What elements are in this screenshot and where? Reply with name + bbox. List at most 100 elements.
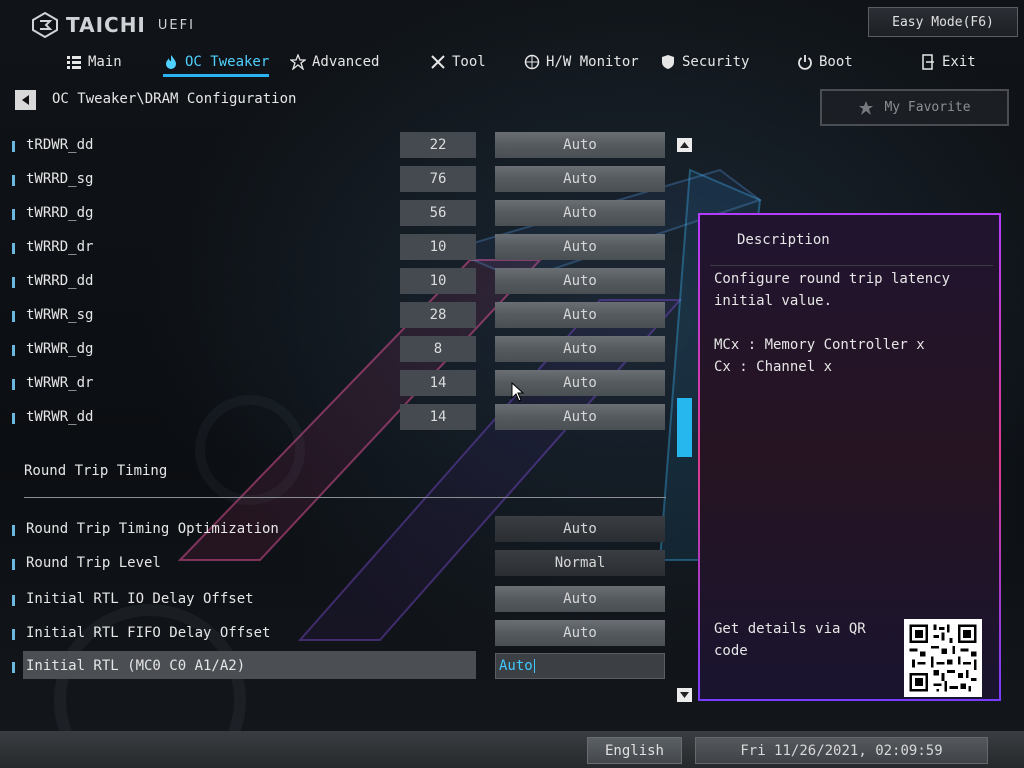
setting-row[interactable]: tRDWR_dd 22 Auto	[0, 132, 680, 162]
setting-row[interactable]: tWRRD_sg 76 Auto	[0, 166, 680, 196]
setting-dropdown[interactable]: Auto	[495, 166, 665, 192]
scrollbar-thumb[interactable]	[677, 398, 692, 457]
setting-label: tWRRD_sg	[26, 171, 94, 187]
easy-mode-button[interactable]: Easy Mode(F6)	[868, 7, 1018, 37]
row-marker	[12, 345, 15, 356]
brand: TAICHI UEFI	[32, 12, 195, 38]
setting-row[interactable]: tWRRD_dd 10 Auto	[0, 268, 680, 298]
monitor-icon	[524, 54, 540, 70]
row-marker	[12, 525, 15, 536]
setting-row[interactable]: tWRRD_dr 10 Auto	[0, 234, 680, 264]
setting-row[interactable]: tWRWR_dd 14 Auto	[0, 404, 680, 434]
qr-code	[904, 619, 982, 697]
setting-row[interactable]: Round Trip Level Normal	[0, 550, 680, 580]
setting-row[interactable]: Round Trip Timing Optimization Auto	[0, 516, 680, 546]
arrow-up-icon	[680, 142, 689, 148]
description-line: initial value.	[714, 293, 833, 309]
text-caret	[533, 659, 535, 673]
setting-dropdown[interactable]: Auto	[495, 336, 665, 362]
tab-security[interactable]: Security	[660, 50, 749, 74]
setting-row[interactable]: Initial RTL IO Delay Offset Auto	[0, 586, 680, 616]
flame-icon	[166, 55, 176, 69]
current-value: 22	[400, 132, 476, 158]
brand-sub: UEFI	[157, 17, 195, 33]
setting-label: tWRWR_dr	[26, 375, 94, 391]
language-button[interactable]: English	[587, 737, 682, 764]
back-arrow-icon	[21, 95, 29, 105]
tab-main-label: Main	[88, 54, 122, 70]
row-marker	[12, 413, 15, 424]
power-icon	[798, 55, 812, 70]
setting-dropdown[interactable]: Auto	[495, 516, 665, 542]
current-value: 28	[400, 302, 476, 328]
scroll-down-button[interactable]	[677, 688, 692, 702]
tab-hw-monitor[interactable]: H/W Monitor	[524, 50, 639, 74]
setting-label: tWRRD_dr	[26, 239, 94, 255]
setting-dropdown[interactable]: Auto	[495, 302, 665, 328]
current-value: 76	[400, 166, 476, 192]
qr-hint-line: Get details via QR	[714, 621, 866, 637]
current-value: 10	[400, 268, 476, 294]
tab-boot[interactable]: Boot	[797, 50, 853, 74]
tab-tool-label: Tool	[452, 54, 486, 70]
setting-label: tRDWR_dd	[26, 137, 94, 153]
row-marker	[12, 209, 15, 220]
setting-dropdown[interactable]: Auto	[495, 268, 665, 294]
breadcrumb: OC Tweaker\DRAM Configuration	[52, 91, 297, 107]
my-favorite-label: My Favorite	[884, 100, 971, 115]
exit-icon	[922, 54, 934, 70]
description-line: Cx : Channel x	[714, 359, 833, 375]
setting-label: Initial RTL (MC0 C0 A1/A2)	[26, 658, 246, 674]
tab-tool[interactable]: Tool	[430, 50, 486, 74]
setting-dropdown[interactable]: Auto	[495, 404, 665, 430]
setting-input-value: Auto	[499, 658, 533, 674]
row-marker	[12, 311, 15, 322]
setting-label: tWRRD_dd	[26, 273, 94, 289]
setting-row[interactable]: Initial RTL FIFO Delay Offset Auto	[0, 620, 680, 650]
setting-input[interactable]: Auto	[495, 653, 665, 679]
description-line: Configure round trip latency	[714, 271, 951, 287]
row-marker	[12, 379, 15, 390]
row-marker	[12, 629, 15, 640]
setting-row-selected[interactable]: Initial RTL (MC0 C0 A1/A2) Auto	[0, 651, 680, 683]
tab-advanced[interactable]: Advanced	[290, 50, 379, 74]
brand-name: TAICHI	[66, 13, 146, 37]
setting-dropdown[interactable]: Auto	[495, 234, 665, 260]
setting-label: tWRRD_dg	[26, 205, 94, 221]
mouse-cursor-icon	[511, 382, 525, 402]
row-marker	[12, 595, 15, 606]
setting-label: Round Trip Level	[26, 555, 161, 571]
back-button[interactable]	[15, 90, 36, 110]
main-nav: Main OC Tweaker Advanced Tool H/W Monito…	[0, 50, 1024, 77]
setting-row[interactable]: tWRRD_dg 56 Auto	[0, 200, 680, 230]
current-value: 10	[400, 234, 476, 260]
star-icon	[290, 54, 306, 70]
setting-row[interactable]: tWRWR_sg 28 Auto	[0, 302, 680, 332]
setting-dropdown[interactable]: Normal	[495, 550, 665, 576]
shield-icon	[662, 55, 674, 69]
setting-dropdown[interactable]: Auto	[495, 620, 665, 646]
setting-label: tWRWR_sg	[26, 307, 94, 323]
current-value: 8	[400, 336, 476, 362]
tab-main[interactable]: Main	[66, 50, 122, 74]
tab-security-label: Security	[682, 54, 750, 70]
tab-oc-tweaker[interactable]: OC Tweaker	[163, 50, 270, 77]
setting-row[interactable]: tWRWR_dg 8 Auto	[0, 336, 680, 366]
scroll-up-button[interactable]	[677, 138, 692, 152]
setting-label: Initial RTL IO Delay Offset	[26, 591, 254, 607]
tab-exit-label: Exit	[942, 54, 976, 70]
tab-hw-monitor-label: H/W Monitor	[546, 54, 639, 70]
setting-row[interactable]: tWRWR_dr 14 Auto	[0, 370, 680, 400]
setting-dropdown[interactable]: Auto	[495, 200, 665, 226]
row-marker	[12, 662, 15, 673]
setting-dropdown[interactable]: Auto	[495, 586, 665, 612]
current-value: 14	[400, 370, 476, 396]
my-favorite-button[interactable]: My Favorite	[820, 89, 1009, 126]
star-icon	[859, 100, 874, 115]
tab-exit[interactable]: Exit	[920, 50, 976, 74]
setting-label: tWRWR_dd	[26, 409, 94, 425]
setting-dropdown[interactable]: Auto	[495, 132, 665, 158]
tab-boot-label: Boot	[819, 54, 853, 70]
description-panel: Description Configure round trip latency…	[698, 213, 1001, 701]
datetime-display[interactable]: Fri 11/26/2021, 02:09:59	[695, 737, 988, 764]
